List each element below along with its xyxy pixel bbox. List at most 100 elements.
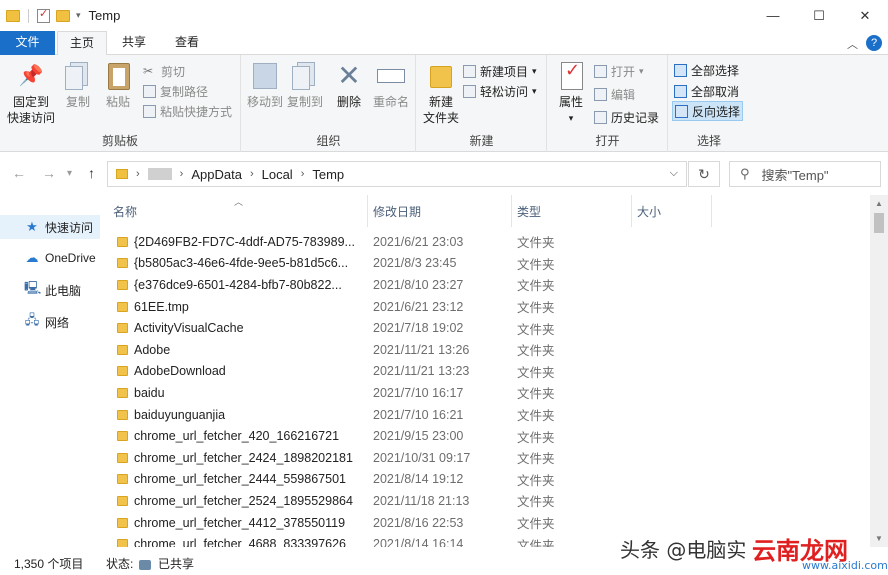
easy-access-button[interactable]: 轻松访问 ▾ <box>463 81 537 101</box>
nav-this-pc[interactable]: 🖳 此电脑 <box>0 278 100 302</box>
up-arrow-icon[interactable]: ↑ <box>88 165 95 181</box>
clipboard-icon <box>102 60 134 92</box>
breadcrumb-local[interactable]: Local <box>262 167 293 182</box>
star-icon: ★ <box>26 219 38 234</box>
table-row[interactable]: chrome_url_fetcher_2524_1895529864 2021/1… <box>100 490 870 512</box>
scroll-up-icon[interactable]: ▲ <box>875 199 883 208</box>
nav-network[interactable]: 🖧 网络 <box>0 310 100 334</box>
chevron-down-icon[interactable]: ⌵ <box>670 167 678 180</box>
folder-icon <box>117 236 128 247</box>
tab-home[interactable]: 主页 <box>57 31 107 56</box>
recent-locations-icon[interactable]: ▾ <box>67 168 72 179</box>
open-button[interactable]: 打开 ▾ <box>594 61 644 81</box>
file-type: 文件夹 <box>517 387 555 402</box>
cut-button[interactable]: ✂ 剪切 <box>143 61 185 81</box>
edit-button[interactable]: 编辑 <box>594 84 635 104</box>
copy-path-button[interactable]: 复制路径 <box>143 81 208 101</box>
nav-quick-access[interactable]: ★ 快速访问 <box>0 215 100 239</box>
table-row[interactable]: chrome_url_fetcher_2444_559867501 2021/8/… <box>100 469 870 491</box>
network-icon: 🖧 <box>24 312 40 327</box>
table-row[interactable]: chrome_url_fetcher_420_166216721 2021/9/1… <box>100 425 870 447</box>
clipboard-group-label: 剪贴板 <box>101 134 138 148</box>
redacted-username[interactable] <box>147 168 172 180</box>
vertical-scrollbar[interactable]: ▲ ▼ <box>870 195 888 547</box>
open-label: 打开 <box>611 64 636 79</box>
delete-button[interactable]: ✕ 删除 <box>330 60 368 110</box>
table-row[interactable]: baidu 2021/7/10 16:17 文件夹 <box>100 382 870 404</box>
file-date: 2021/10/31 09:17 <box>373 450 471 465</box>
chevron-right-icon[interactable]: › <box>301 168 305 180</box>
history-icon <box>594 110 607 124</box>
tab-share[interactable]: 共享 <box>112 31 156 55</box>
file-type: 文件夹 <box>517 365 555 380</box>
copy-path-label: 复制路径 <box>160 84 209 99</box>
scrollbar-thumb[interactable] <box>874 213 884 233</box>
minimize-button[interactable]: — <box>750 0 796 31</box>
close-button[interactable]: ✕ <box>842 0 888 31</box>
file-date: 2021/8/16 22:53 <box>373 515 464 530</box>
table-row[interactable]: AdobeDownload 2021/11/21 13:23 文件夹 <box>100 361 870 383</box>
chevron-right-icon[interactable]: › <box>180 168 184 180</box>
file-date: 2021/11/21 13:26 <box>373 342 470 357</box>
file-type: 文件夹 <box>517 279 555 294</box>
table-row[interactable]: {e376dce9-6501-4284-bfb7-80b822... 2021/8… <box>100 274 870 296</box>
chevron-right-icon[interactable]: › <box>136 168 140 180</box>
breadcrumb-appdata[interactable]: AppData <box>191 167 242 182</box>
new-folder-button[interactable]: 新建 文件夹 <box>419 60 463 126</box>
table-row[interactable]: chrome_url_fetcher_2424_1898202181 2021/1… <box>100 447 870 469</box>
select-all-button[interactable]: 全部选择 <box>674 60 739 80</box>
file-type: 文件夹 <box>517 257 555 272</box>
history-label: 历史记录 <box>611 110 660 125</box>
properties-button[interactable]: 属性 ▾ <box>552 60 590 126</box>
file-name: baiduyunguanjia <box>134 407 226 422</box>
history-button[interactable]: 历史记录 <box>594 107 659 127</box>
invert-selection-button[interactable]: 反向选择 <box>672 101 744 121</box>
maximize-button[interactable]: ☐ <box>796 0 842 31</box>
refresh-button[interactable]: ↻ <box>688 161 720 187</box>
table-row[interactable]: {b5805ac3-46e6-4fde-9ee5-b81d5c6... 2021/… <box>100 253 870 275</box>
select-none-button[interactable]: 全部取消 <box>674 81 739 101</box>
cut-label: 剪切 <box>161 64 186 79</box>
column-header-modified[interactable]: 修改日期 <box>368 195 512 227</box>
tab-file[interactable]: 文件 <box>0 31 55 55</box>
dropdown-arrow-icon: ▾ <box>532 65 537 76</box>
table-row[interactable]: {2D469FB2-FD7C-4ddf-AD75-783989... 2021/6… <box>100 231 870 253</box>
new-folder-icon[interactable] <box>56 9 70 22</box>
file-date: 2021/8/10 23:27 <box>373 277 464 292</box>
open-group-label: 打开 <box>595 134 620 148</box>
help-icon[interactable]: ? <box>866 35 882 51</box>
breadcrumb-temp[interactable]: Temp <box>312 167 344 182</box>
paste-button[interactable]: 粘贴 <box>100 60 136 110</box>
column-header-type[interactable]: 类型 <box>512 195 632 227</box>
pin-label-2: 快速访问 <box>6 111 55 125</box>
table-row[interactable]: baiduyunguanjia 2021/7/10 16:21 文件夹 <box>100 404 870 426</box>
rename-button[interactable]: 重命名 <box>370 60 412 110</box>
chevron-right-icon[interactable]: › <box>250 168 254 180</box>
new-item-button[interactable]: 新建项目 ▾ <box>463 61 537 81</box>
table-row[interactable]: Adobe 2021/11/21 13:26 文件夹 <box>100 339 870 361</box>
forward-arrow-icon[interactable]: → <box>42 165 56 181</box>
table-row[interactable]: ActivityVisualCache 2021/7/18 19:02 文件夹 <box>100 317 870 339</box>
column-header-name[interactable]: 名称 <box>100 195 368 227</box>
navigation-bar: ← → ▾ ↑ › › AppData › Local › Temp ⌵ ↻ ⚲… <box>0 152 888 195</box>
customize-toolbar-icon[interactable]: ▾ <box>76 10 81 21</box>
scroll-down-icon[interactable]: ▼ <box>875 534 883 543</box>
invert-selection-label: 反向选择 <box>692 104 741 119</box>
copy-button[interactable]: 复制 <box>60 60 96 110</box>
dropdown-arrow-icon: ▾ <box>568 113 574 123</box>
nav-onedrive[interactable]: ☁ OneDrive <box>0 246 100 270</box>
paste-shortcut-button[interactable]: 粘贴快捷方式 <box>143 101 232 121</box>
address-bar[interactable]: › › AppData › Local › Temp ⌵ <box>107 161 687 187</box>
tab-view[interactable]: 查看 <box>165 31 209 55</box>
copy-to-button[interactable]: 复制到 <box>284 60 326 110</box>
open-icon <box>594 64 607 78</box>
chevron-up-icon[interactable]: ︿ <box>847 36 858 52</box>
table-row[interactable]: 61EE.tmp 2021/6/21 23:12 文件夹 <box>100 296 870 318</box>
pin-quick-access-button[interactable]: 📌 固定到 快速访问 <box>4 60 58 126</box>
search-input[interactable]: ⚲ 搜索"Temp" <box>729 161 881 187</box>
new-folder-label-2: 文件夹 <box>422 111 459 125</box>
properties-icon[interactable] <box>37 7 50 23</box>
column-header-size[interactable]: 大小 <box>632 195 712 227</box>
back-arrow-icon[interactable]: ← <box>12 165 26 181</box>
move-to-button[interactable]: 移动到 <box>244 60 286 110</box>
